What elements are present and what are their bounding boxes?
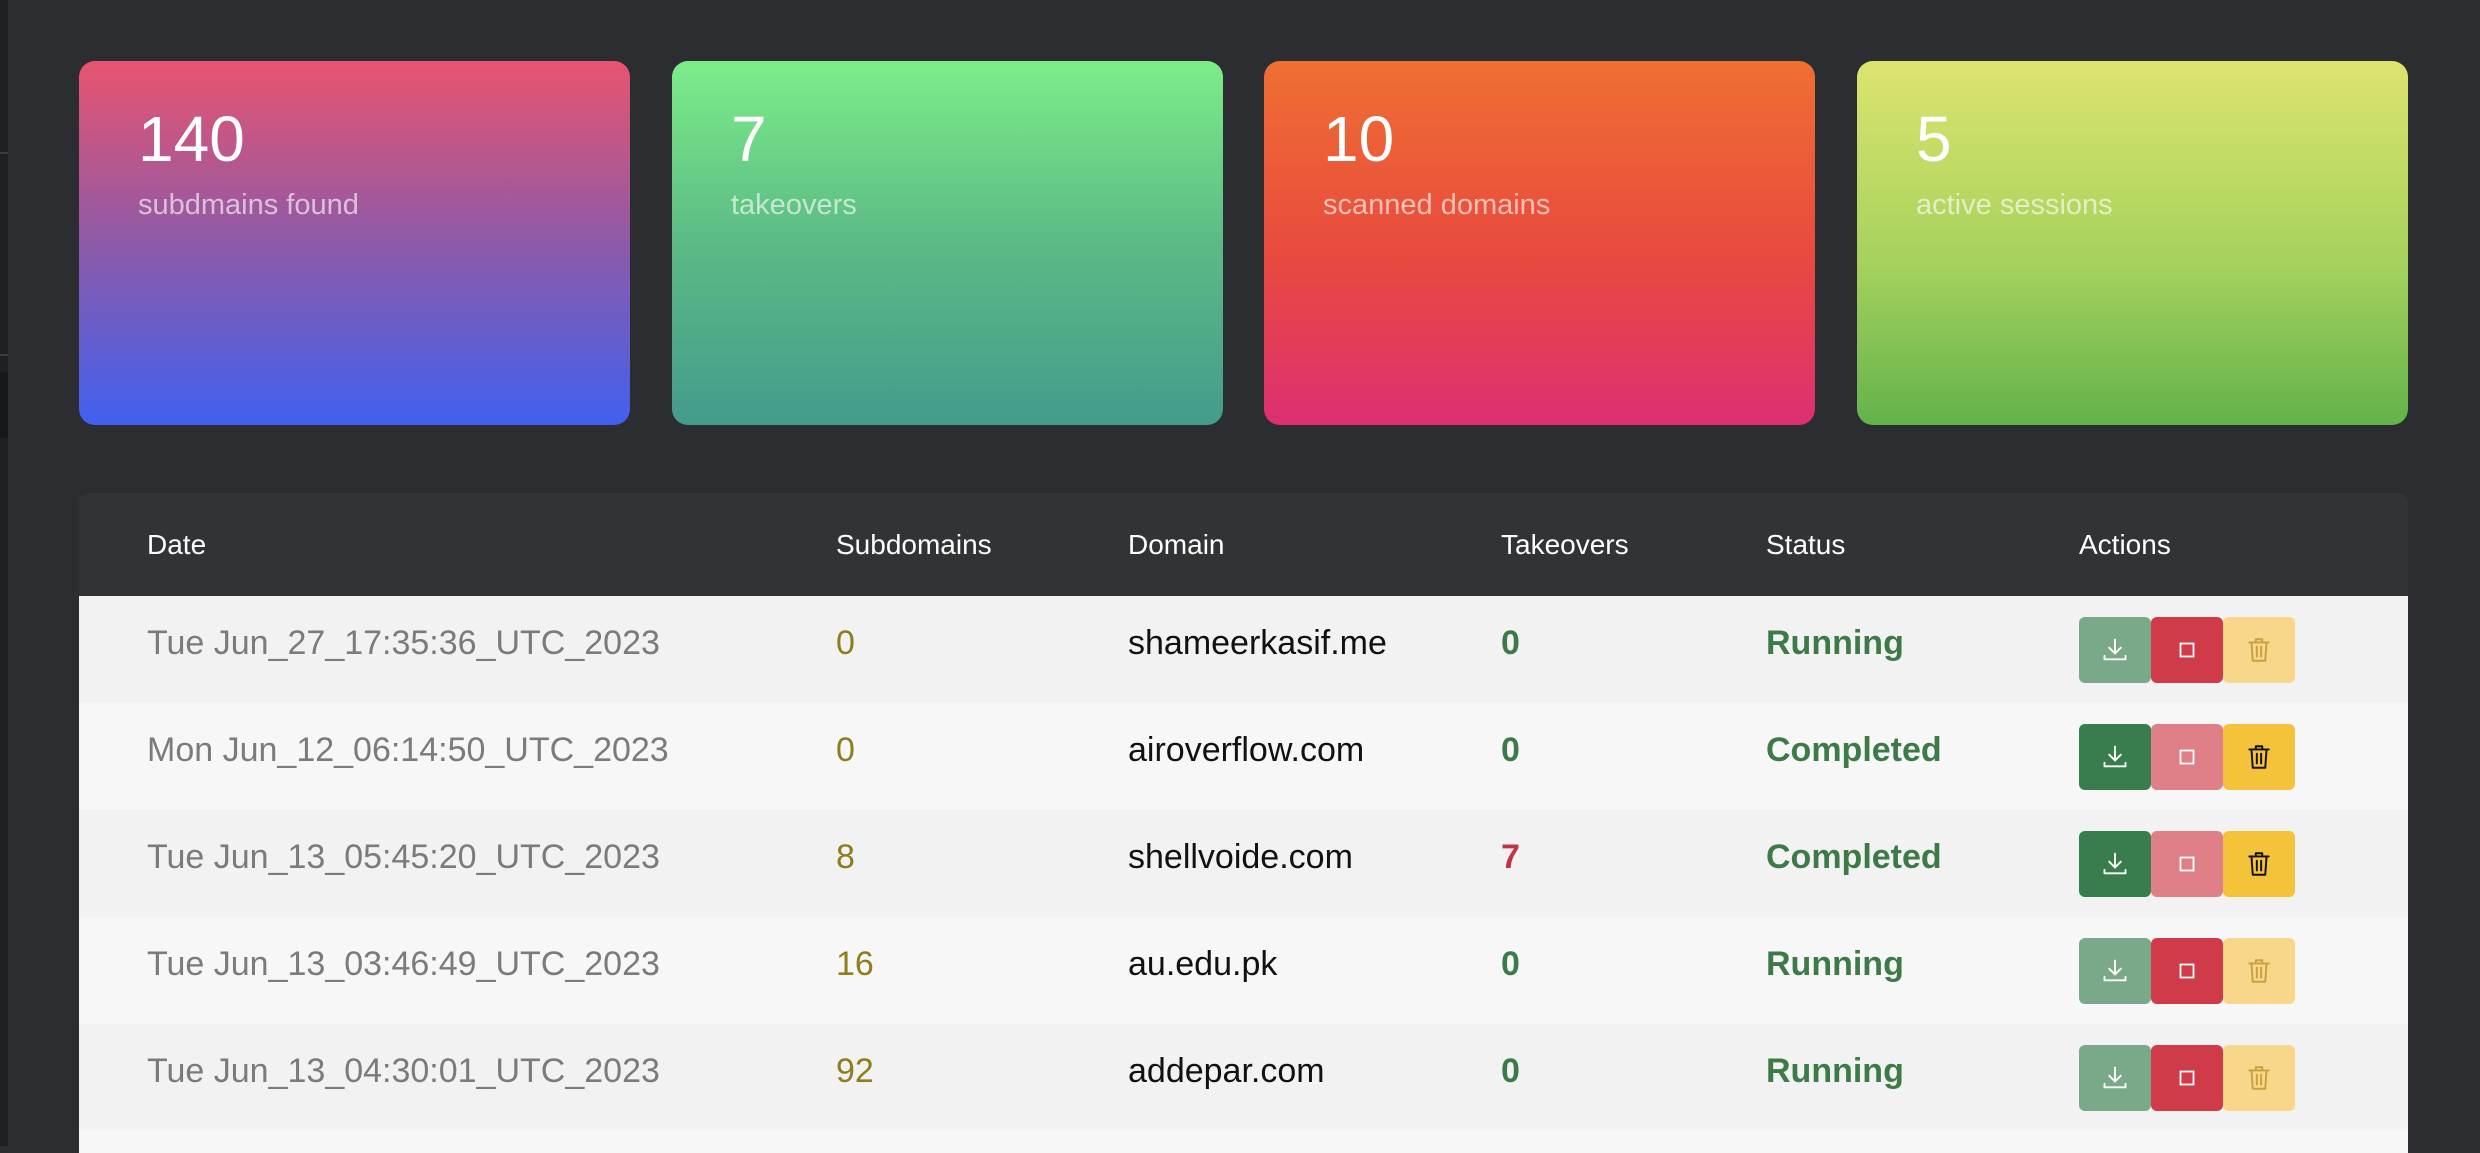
download-icon — [2103, 959, 2127, 982]
stat-value: 10 — [1323, 103, 1395, 175]
header-takeovers[interactable]: Takeovers — [1501, 493, 1629, 596]
sidebar-active-indicator — [0, 372, 8, 438]
row-actions — [2079, 938, 2295, 1004]
download-icon — [2103, 852, 2127, 875]
header-status[interactable]: Status — [1766, 493, 1845, 596]
stop-button[interactable] — [2151, 831, 2223, 897]
row-date: Tue Jun_13_05:45:20_UTC_2023 — [147, 838, 660, 876]
trash-icon — [2248, 852, 2270, 876]
row-date: Tue Jun_13_04:30:01_UTC_2023 — [147, 1052, 660, 1090]
trash-icon — [2248, 959, 2270, 983]
row-date: Tue Jun_13_03:46:49_UTC_2023 — [147, 945, 660, 983]
row-subdomains: 16 — [836, 945, 874, 983]
delete-button[interactable] — [2223, 831, 2295, 897]
download-icon — [2103, 745, 2127, 768]
row-domain: au.edu.pk — [1128, 945, 1278, 983]
delete-button[interactable] — [2223, 938, 2295, 1004]
scans-table: Date Subdomains Domain Takeovers Status … — [79, 493, 2408, 1153]
row-status: Running — [1766, 945, 1904, 983]
stat-card-takeovers: 7 takeovers — [672, 61, 1223, 425]
stat-card-subdomains: 140 subdmains found — [79, 61, 630, 425]
delete-button[interactable] — [2223, 724, 2295, 790]
stop-icon — [2179, 642, 2195, 658]
row-takeovers: 0 — [1501, 1052, 1520, 1090]
table-row: Tue Jun_13_03:46:49_UTC_2023 16 au.edu.p… — [79, 917, 2408, 1024]
stat-label: scanned domains — [1323, 189, 1551, 221]
sidebar-divider — [0, 354, 8, 356]
row-actions — [2079, 831, 2295, 897]
row-domain: addepar.com — [1128, 1052, 1325, 1090]
download-icon — [2103, 638, 2127, 661]
stop-button[interactable] — [2151, 617, 2223, 683]
stat-value: 140 — [138, 103, 245, 175]
stop-icon — [2179, 1070, 2195, 1086]
table-row: Tue Jun_13_05:45:20_UTC_2023 8 shellvoid… — [79, 810, 2408, 917]
table-row: Tue Jun_13_04:30:01_UTC_2023 92 addepar.… — [79, 1024, 2408, 1131]
download-button[interactable] — [2079, 831, 2151, 897]
row-domain: shameerkasif.me — [1128, 624, 1387, 662]
trash-icon — [2248, 1066, 2270, 1090]
trash-icon — [2248, 638, 2270, 662]
row-status: Completed — [1766, 731, 1942, 769]
table-row — [79, 1131, 2408, 1153]
stat-value: 7 — [731, 103, 767, 175]
trash-icon — [2248, 745, 2270, 769]
row-subdomains: 0 — [836, 624, 855, 662]
header-domain[interactable]: Domain — [1128, 493, 1224, 596]
header-date[interactable]: Date — [147, 493, 206, 596]
stats-cards: 140 subdmains found 7 takeovers 10 scann… — [79, 61, 2408, 425]
download-button[interactable] — [2079, 617, 2151, 683]
table-row: Mon Jun_12_06:14:50_UTC_2023 0 airoverfl… — [79, 703, 2408, 810]
row-date: Mon Jun_12_06:14:50_UTC_2023 — [147, 731, 669, 769]
header-subdomains[interactable]: Subdomains — [836, 493, 992, 596]
download-button[interactable] — [2079, 938, 2151, 1004]
row-actions — [2079, 1045, 2295, 1111]
stop-icon — [2179, 856, 2195, 872]
delete-button[interactable] — [2223, 617, 2295, 683]
stat-label: active sessions — [1916, 189, 2113, 221]
row-takeovers: 7 — [1501, 838, 1520, 876]
row-subdomains: 8 — [836, 838, 855, 876]
row-domain: shellvoide.com — [1128, 838, 1353, 876]
sidebar-divider — [0, 152, 8, 154]
header-actions: Actions — [2079, 529, 2171, 560]
delete-button[interactable] — [2223, 1045, 2295, 1111]
download-button[interactable] — [2079, 724, 2151, 790]
row-subdomains: 0 — [836, 731, 855, 769]
table-header: Date Subdomains Domain Takeovers Status … — [79, 493, 2408, 596]
row-subdomains: 92 — [836, 1052, 874, 1090]
row-domain: airoverflow.com — [1128, 731, 1365, 769]
row-takeovers: 0 — [1501, 731, 1520, 769]
row-status: Running — [1766, 1052, 1904, 1090]
left-sidebar-edge — [0, 0, 8, 1146]
stop-button[interactable] — [2151, 938, 2223, 1004]
row-actions — [2079, 724, 2295, 790]
row-status: Completed — [1766, 838, 1942, 876]
stat-value: 5 — [1916, 103, 1952, 175]
stop-button[interactable] — [2151, 1045, 2223, 1111]
row-status: Running — [1766, 624, 1904, 662]
row-takeovers: 0 — [1501, 945, 1520, 983]
download-button[interactable] — [2079, 1045, 2151, 1111]
row-takeovers: 0 — [1501, 624, 1520, 662]
stat-card-active-sessions: 5 active sessions — [1857, 61, 2408, 425]
stat-card-scanned-domains: 10 scanned domains — [1264, 61, 1815, 425]
stat-label: subdmains found — [138, 189, 359, 221]
download-icon — [2103, 1066, 2127, 1089]
stop-icon — [2179, 963, 2195, 979]
table-row: Tue Jun_27_17:35:36_UTC_2023 0 shameerka… — [79, 596, 2408, 703]
row-date: Tue Jun_27_17:35:36_UTC_2023 — [147, 624, 660, 662]
stop-button[interactable] — [2151, 724, 2223, 790]
row-actions — [2079, 617, 2295, 683]
stop-icon — [2179, 749, 2195, 765]
stat-label: takeovers — [731, 189, 857, 221]
